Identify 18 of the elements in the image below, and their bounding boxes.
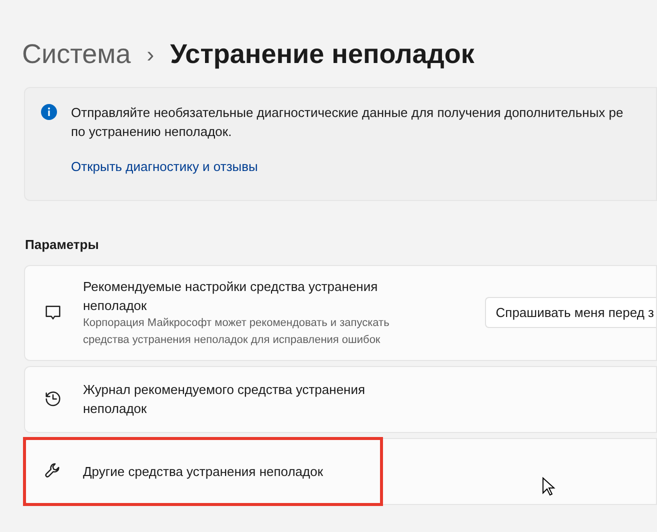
settings-row[interactable]: Рекомендуемые настройки средства устранения неполадок Корпорация Майкрософт может рекомендовать и запускать средства устранения неполадок для исправления ошибок Спрашивать меня перед з [24, 264, 657, 360]
info-text: Отправляйте необязательные диагностические данные для получения дополнительных ре по устранению неполадок. [71, 104, 624, 141]
row-title: Журнал рекомендуемого средства устранения неполадок [83, 381, 366, 418]
speech-bubble-icon [43, 302, 63, 322]
section-title: Параметры [25, 236, 100, 254]
info-icon [41, 104, 57, 120]
breadcrumb-parent[interactable]: Система [22, 34, 131, 74]
settings-row[interactable]: Журнал рекомендуемого средства устранения неполадок [24, 366, 657, 432]
settings-row[interactable]: Другие средства устранения неполадок [24, 438, 657, 504]
mouse-cursor-icon [542, 477, 556, 497]
diagnostics-link[interactable]: Открыть диагностику и отзывы [71, 157, 624, 176]
row-description: Корпорация Майкрософт может рекомендовать и запускать средства устранения неполадок для исправления ошибок [83, 316, 390, 348]
dropdown-button[interactable]: Спрашивать меня перед з [484, 297, 656, 328]
breadcrumb-separator: › [146, 40, 154, 68]
history-icon [43, 389, 63, 409]
page-title: Устранение неполадок [170, 38, 474, 71]
row-title: Рекомендуемые настройки средства устранения неполадок [83, 278, 379, 314]
row-title: Другие средства устранения неполадок [83, 462, 324, 480]
